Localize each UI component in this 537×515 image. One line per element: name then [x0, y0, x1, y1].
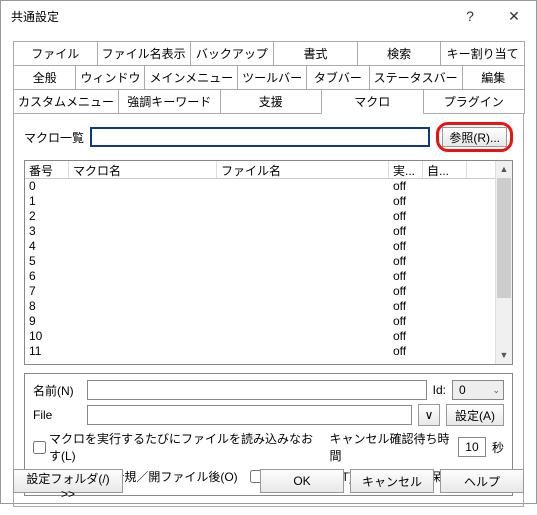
tab-マクロ[interactable]: マクロ	[321, 89, 424, 115]
reload-checkbox[interactable]: マクロを実行するたびにファイルを読み込みなおす(L)	[33, 430, 318, 464]
col-header-file[interactable]: ファイル名	[217, 161, 389, 178]
macro-list-label: マクロ一覧	[24, 129, 84, 146]
table-row[interactable]: 6off	[25, 269, 495, 284]
help-icon[interactable]: ?	[448, 1, 492, 31]
id-value: 0	[459, 383, 466, 397]
cancel-wait-input[interactable]	[458, 437, 486, 457]
tab-キー割り当て[interactable]: キー割り当て	[440, 41, 525, 65]
browse-highlight: 参照(R)...	[436, 122, 513, 152]
tab-ファイル名表示[interactable]: ファイル名表示	[97, 41, 191, 65]
tab-全般[interactable]: 全般	[13, 65, 76, 89]
file-dropdown-button[interactable]: ∨	[418, 404, 440, 426]
dialog-button-bar: 設定フォルダ(/) >> OK キャンセル ヘルプ	[13, 469, 524, 493]
name-input[interactable]	[87, 380, 427, 400]
tab-強調キーワード[interactable]: 強調キーワード	[118, 89, 221, 114]
table-row[interactable]: 5off	[25, 254, 495, 269]
id-label: Id:	[433, 383, 446, 397]
scroll-down-icon[interactable]: ▼	[496, 347, 512, 364]
macro-listview[interactable]: 番号 マクロ名 ファイル名 実... 自... 0off1off2off3off…	[24, 160, 513, 365]
scroll-thumb[interactable]	[497, 178, 511, 298]
table-row[interactable]: 4off	[25, 239, 495, 254]
table-row[interactable]: 0off	[25, 179, 495, 194]
table-row[interactable]: 2off	[25, 209, 495, 224]
table-row[interactable]: 1off	[25, 194, 495, 209]
tab-編集[interactable]: 編集	[462, 65, 525, 89]
table-row[interactable]: 7off	[25, 284, 495, 299]
tab-container: ファイルファイル名表示バックアップ書式検索キー割り当て 全般ウィンドウメインメニ…	[13, 41, 524, 114]
tab-書式[interactable]: 書式	[273, 41, 358, 65]
ok-button[interactable]: OK	[260, 469, 344, 493]
id-select[interactable]: 0 ⌄	[452, 380, 504, 400]
set-button[interactable]: 設定(A)	[446, 404, 504, 426]
titlebar: 共通設定 ? ✕	[1, 1, 536, 31]
table-row[interactable]: 3off	[25, 224, 495, 239]
tab-ステータスバー[interactable]: ステータスバー	[369, 65, 463, 89]
col-header-num[interactable]: 番号	[25, 161, 69, 178]
settings-folder-button[interactable]: 設定フォルダ(/) >>	[13, 469, 123, 493]
tab-支援[interactable]: 支援	[220, 89, 323, 114]
table-row[interactable]: 8off	[25, 299, 495, 314]
tab-メインメニュー[interactable]: メインメニュー	[144, 65, 238, 89]
file-input[interactable]	[87, 405, 412, 425]
help-button[interactable]: ヘルプ	[440, 469, 524, 493]
cancel-wait-unit: 秒	[492, 439, 504, 456]
window-title: 共通設定	[11, 8, 448, 25]
reload-checkbox-input[interactable]	[33, 441, 46, 454]
tab-ツールバー[interactable]: ツールバー	[237, 65, 307, 89]
tab-プラグイン[interactable]: プラグイン	[423, 89, 526, 114]
listview-header[interactable]: 番号 マクロ名 ファイル名 実... 自...	[25, 161, 495, 179]
macro-path-input[interactable]	[90, 127, 430, 147]
tab-ファイル[interactable]: ファイル	[13, 41, 98, 65]
col-header-exec[interactable]: 実...	[389, 161, 423, 178]
tab-カスタムメニュー[interactable]: カスタムメニュー	[13, 89, 119, 114]
tab-ウィンドウ[interactable]: ウィンドウ	[75, 65, 145, 89]
tab-バックアップ[interactable]: バックアップ	[190, 41, 275, 65]
name-label: 名前(N)	[33, 382, 81, 399]
tab-panel-macro: マクロ一覧 参照(R)... 番号 マクロ名 ファイル名 実... 自... 0…	[13, 113, 524, 507]
col-header-name[interactable]: マクロ名	[69, 161, 217, 178]
chevron-down-icon: ⌄	[492, 385, 503, 396]
browse-button[interactable]: 参照(R)...	[442, 127, 507, 147]
table-row[interactable]: 10off	[25, 329, 495, 344]
file-label: File	[33, 408, 81, 422]
dialog-window: 共通設定 ? ✕ ファイルファイル名表示バックアップ書式検索キー割り当て 全般ウ…	[0, 0, 537, 504]
table-row[interactable]: 11off	[25, 344, 495, 359]
table-row[interactable]: 9off	[25, 314, 495, 329]
tab-検索[interactable]: 検索	[357, 41, 442, 65]
scroll-up-icon[interactable]: ▲	[496, 161, 512, 178]
tab-タブバー[interactable]: タブバー	[306, 65, 369, 89]
cancel-wait-label: キャンセル確認待ち時間	[330, 430, 452, 464]
col-header-auto[interactable]: 自...	[423, 161, 467, 178]
close-icon[interactable]: ✕	[492, 1, 536, 31]
cancel-button[interactable]: キャンセル	[350, 469, 434, 493]
listview-scrollbar[interactable]: ▲ ▼	[495, 161, 512, 364]
